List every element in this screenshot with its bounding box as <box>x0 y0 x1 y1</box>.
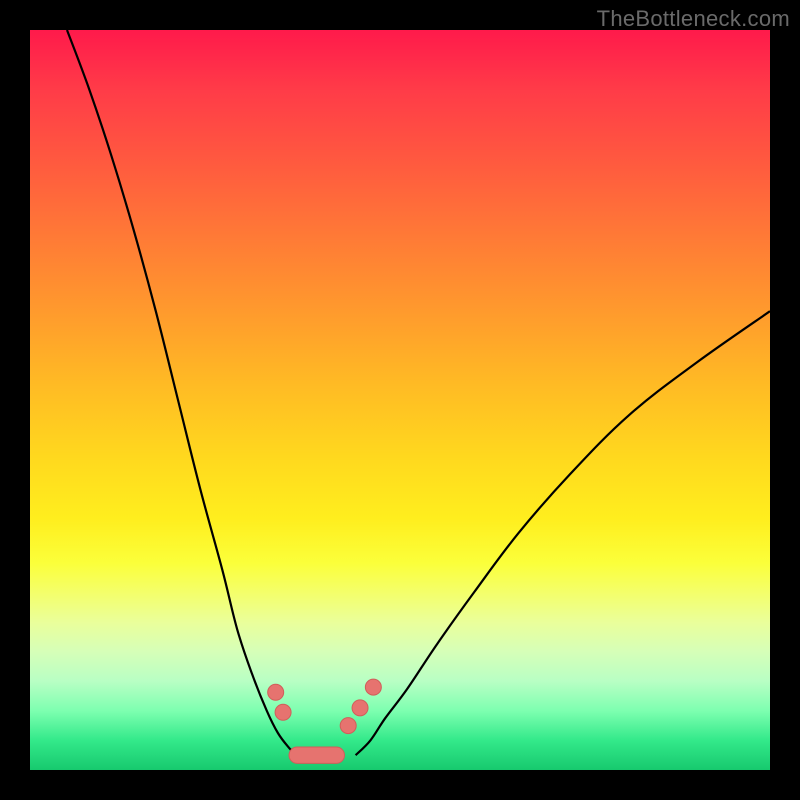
curve-left <box>67 30 296 755</box>
marker-layer <box>268 679 382 763</box>
data-dot <box>275 704 291 720</box>
data-dot <box>365 679 381 695</box>
plot-area <box>30 30 770 770</box>
curve-right <box>356 311 770 755</box>
data-dot <box>268 684 284 700</box>
chart-stage: TheBottleneck.com <box>0 0 800 800</box>
data-dot <box>340 718 356 734</box>
floor-bar <box>289 747 345 763</box>
data-dot <box>352 700 368 716</box>
chart-svg <box>30 30 770 770</box>
watermark-text: TheBottleneck.com <box>597 6 790 32</box>
